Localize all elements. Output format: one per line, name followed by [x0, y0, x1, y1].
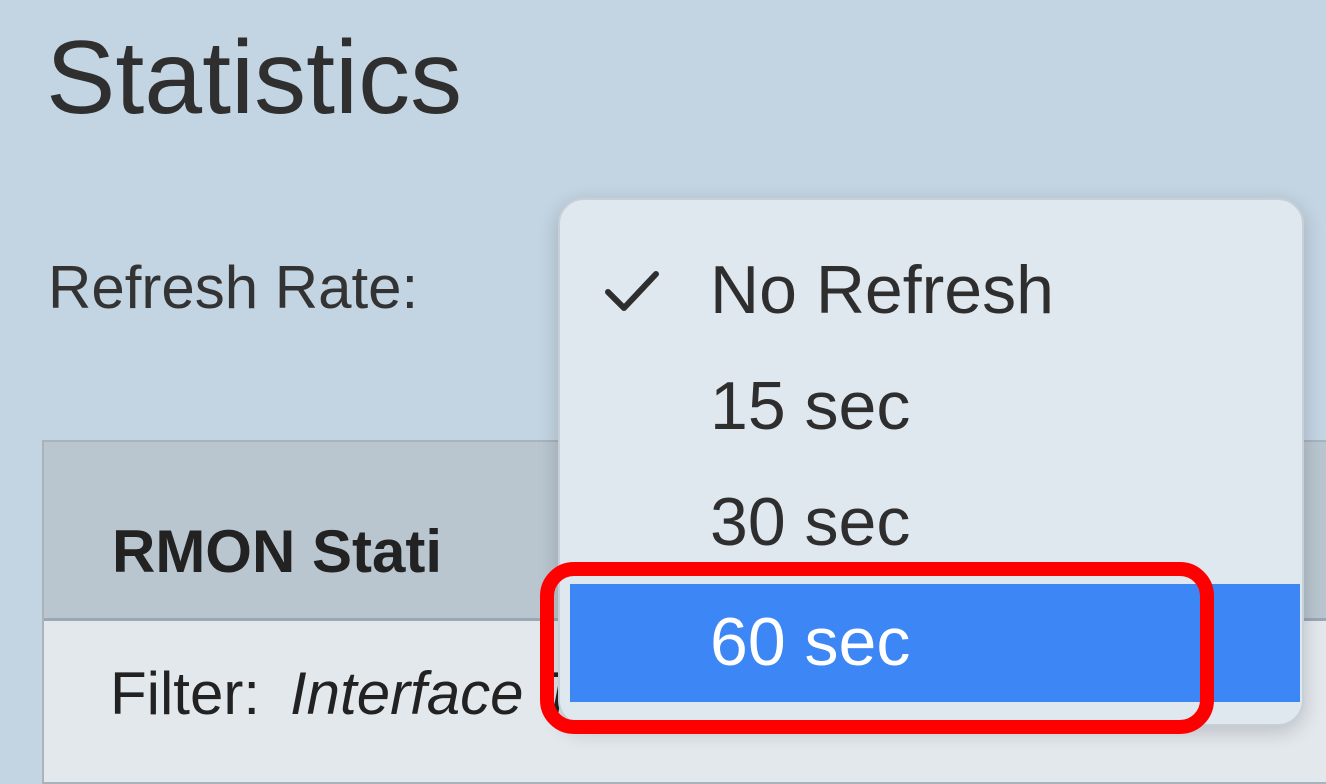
refresh-rate-label: Refresh Rate:: [48, 254, 419, 321]
menu-option-15-sec[interactable]: 15 sec: [560, 348, 1302, 464]
page-title: Statistics: [46, 20, 463, 136]
panel-title: RMON Stati: [112, 518, 442, 585]
menu-option-no-refresh[interactable]: No Refresh: [560, 232, 1302, 348]
highlight-annotation-box: [540, 562, 1214, 734]
menu-option-label: 15 sec: [710, 368, 911, 444]
check-icon: [605, 271, 659, 311]
menu-option-label: No Refresh: [710, 252, 1054, 328]
filter-label: Filter:: [110, 660, 260, 727]
